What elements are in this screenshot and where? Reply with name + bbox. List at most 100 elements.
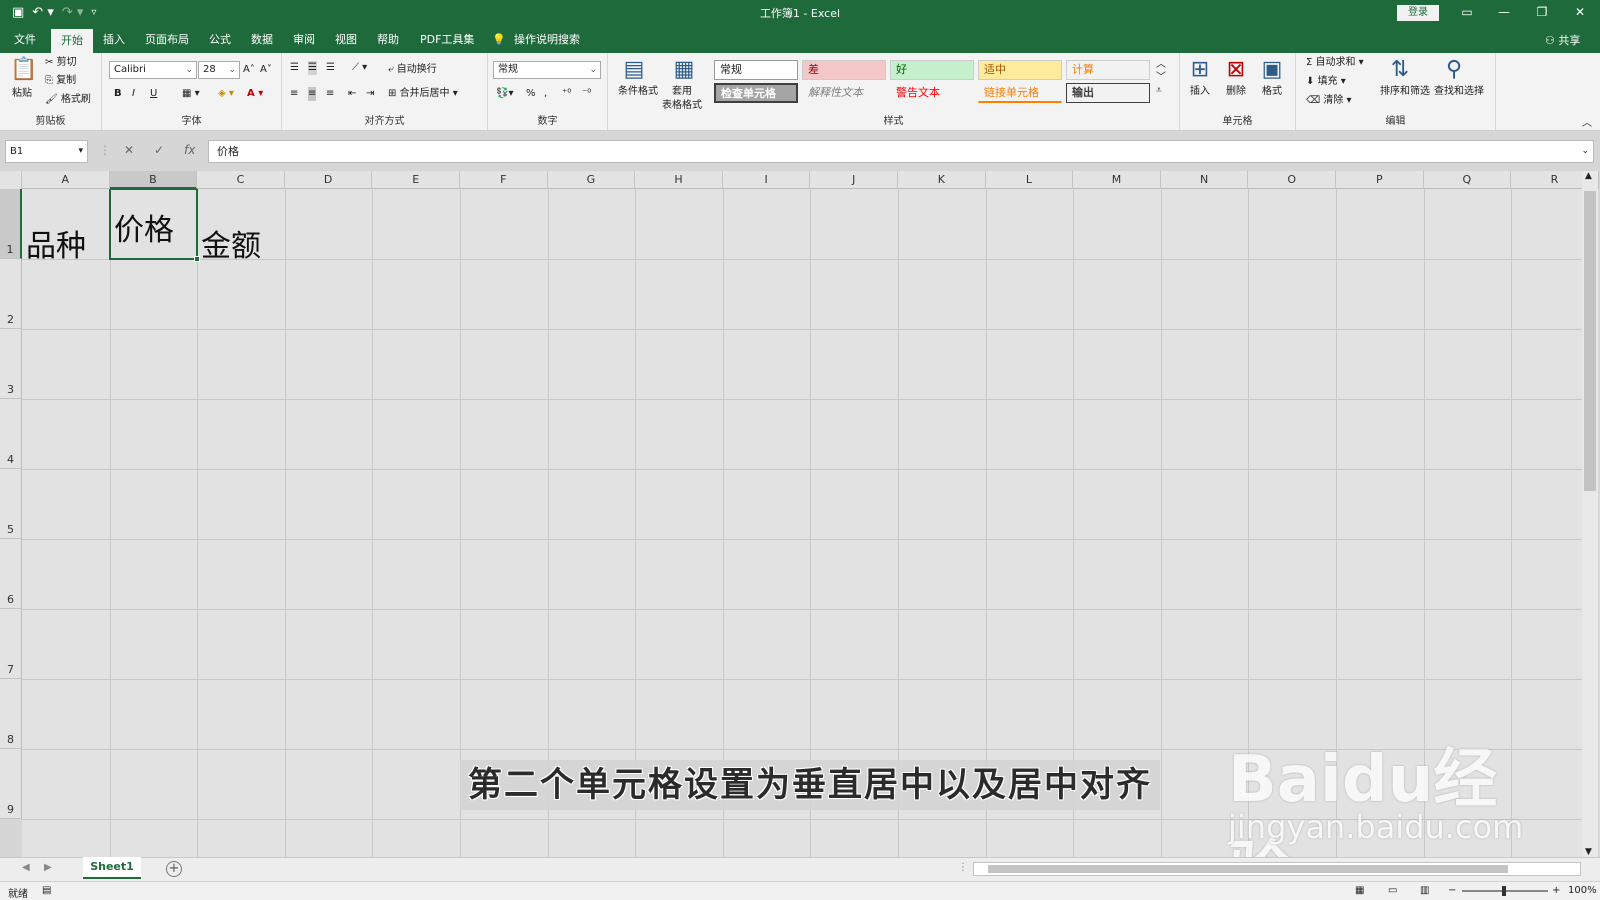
close-icon[interactable]: ✕ — [1565, 3, 1595, 21]
format-as-table-button[interactable]: 套用 表格格式 — [662, 85, 702, 113]
percent-icon[interactable]: % — [526, 87, 536, 101]
copy-button[interactable]: ⎘ 复制 — [45, 74, 76, 88]
zoom-slider-thumb[interactable] — [1502, 886, 1506, 896]
orientation-icon[interactable]: ⟋ ▾ — [352, 61, 367, 75]
align-bottom-icon[interactable]: ☰ — [326, 61, 335, 75]
ribbon-display-icon[interactable]: ▭ — [1452, 3, 1482, 21]
scroll-down-icon[interactable]: ▼ — [1585, 847, 1592, 857]
style-calculation[interactable]: 计算 — [1066, 60, 1150, 80]
align-left-icon[interactable]: ≡ — [290, 87, 298, 101]
delete-cells-button[interactable]: 删除 — [1226, 85, 1246, 99]
macro-record-icon[interactable]: ▤ — [42, 885, 51, 896]
sheet-tab[interactable]: Sheet1 — [83, 857, 141, 879]
format-cells-icon[interactable]: ▣ — [1258, 57, 1286, 83]
shrink-font-icon[interactable]: A˅ — [260, 63, 272, 77]
insert-cells-button[interactable]: 插入 — [1190, 85, 1210, 99]
horizontal-scrollbar[interactable] — [973, 862, 1581, 876]
column-header-o[interactable]: O — [1248, 171, 1336, 189]
tab-review[interactable]: 审阅 — [293, 31, 315, 49]
find-select-button[interactable]: 查找和选择 — [1434, 85, 1484, 99]
add-sheet-icon[interactable]: + — [166, 861, 182, 877]
zoom-level[interactable]: 100% — [1568, 885, 1597, 896]
tab-help[interactable]: 帮助 — [377, 31, 399, 49]
style-output[interactable]: 输出 — [1066, 83, 1150, 103]
row-header-2[interactable]: 2 — [0, 259, 22, 329]
column-header-k[interactable]: K — [898, 171, 986, 189]
cancel-icon[interactable]: ✕ — [124, 143, 134, 157]
minimize-icon[interactable]: — — [1489, 3, 1519, 21]
grow-font-icon[interactable]: A˄ — [243, 63, 255, 77]
row-header-4[interactable]: 4 — [0, 399, 22, 469]
sort-filter-button[interactable]: 排序和筛选 — [1380, 85, 1430, 99]
increase-indent-icon[interactable]: ⇥ — [366, 87, 374, 101]
cell-a1[interactable]: 品种 — [26, 221, 86, 265]
style-neutral[interactable]: 适中 — [978, 60, 1062, 80]
style-warning[interactable]: 警告文本 — [890, 83, 974, 103]
next-sheet-icon[interactable]: ▶ — [44, 862, 52, 873]
row-header-6[interactable]: 6 — [0, 539, 22, 609]
comma-icon[interactable]: , — [544, 87, 547, 101]
share-button[interactable]: ⚇ 共享 — [1545, 32, 1580, 48]
column-header-b[interactable]: B — [109, 171, 198, 189]
scroll-up-icon[interactable]: ▲ — [1585, 171, 1592, 181]
style-good[interactable]: 好 — [890, 60, 974, 80]
style-linked-cell[interactable]: 链接单元格 — [978, 83, 1062, 103]
format-painter-button[interactable]: 🖌 格式刷 — [45, 93, 91, 107]
tab-file[interactable]: 文件 — [14, 31, 36, 49]
cell-c1[interactable]: 金额 — [201, 221, 261, 265]
column-header-m[interactable]: M — [1073, 171, 1161, 189]
tab-page-layout[interactable]: 页面布局 — [145, 31, 189, 49]
style-check-cell[interactable]: 检查单元格 — [714, 83, 798, 103]
fill-handle[interactable] — [194, 256, 201, 262]
tab-home[interactable]: 开始 — [51, 29, 93, 53]
paste-button[interactable]: 粘贴 — [12, 87, 32, 101]
fill-button[interactable]: ⬇ 填充 ▾ — [1306, 75, 1346, 89]
login-button[interactable]: 登录 — [1397, 5, 1439, 21]
number-format-select[interactable]: 常规 ⌄ — [493, 61, 601, 79]
column-header-h[interactable]: H — [635, 171, 723, 189]
row-header-3[interactable]: 3 — [0, 329, 22, 399]
style-normal[interactable]: 常规 — [714, 60, 798, 80]
cut-button[interactable]: ✂ 剪切 — [45, 56, 77, 70]
format-cells-button[interactable]: 格式 — [1262, 85, 1282, 99]
column-header-g[interactable]: G — [548, 171, 636, 189]
insert-function-icon[interactable]: fx — [184, 143, 195, 157]
row-header-7[interactable]: 7 — [0, 609, 22, 679]
row-header-1[interactable]: 1 — [0, 189, 22, 259]
bold-button[interactable]: B — [114, 87, 122, 101]
split-handle-icon[interactable]: ⋮ — [958, 862, 968, 873]
conditional-format-button[interactable]: 条件格式 — [618, 85, 658, 99]
zoom-out-icon[interactable]: − — [1448, 885, 1456, 896]
tell-me-search[interactable]: 操作说明搜索 — [514, 31, 580, 49]
decrease-indent-icon[interactable]: ⇤ — [348, 87, 356, 101]
tab-formulas[interactable]: 公式 — [209, 31, 231, 49]
font-name-select[interactable]: Calibri ⌄ — [109, 61, 197, 79]
tab-insert[interactable]: 插入 — [103, 31, 125, 49]
clear-button[interactable]: ⌫ 清除 ▾ — [1306, 94, 1352, 108]
formula-input[interactable]: 价格 ⌄ — [208, 140, 1594, 163]
delete-cells-icon[interactable]: ⊠ — [1222, 57, 1250, 83]
page-layout-view-icon[interactable]: ▭ — [1388, 885, 1397, 896]
enter-icon[interactable]: ✓ — [154, 143, 164, 157]
tab-pdf-tools[interactable]: PDF工具集 — [420, 31, 474, 49]
column-header-a[interactable]: A — [22, 171, 110, 189]
prev-sheet-icon[interactable]: ◀ — [22, 862, 30, 873]
tab-view[interactable]: 视图 — [335, 31, 357, 49]
merge-center-button[interactable]: ⊞ 合并后居中 ▾ — [388, 87, 458, 101]
fill-color-icon[interactable]: ◈ ▾ — [218, 87, 234, 101]
expand-formula-icon[interactable]: ⌄ — [1581, 141, 1589, 162]
style-bad[interactable]: 差 — [802, 60, 886, 80]
page-break-view-icon[interactable]: ▥ — [1420, 885, 1429, 896]
paste-icon[interactable]: 📋 — [8, 57, 40, 83]
format-as-table-icon[interactable]: ▦ — [668, 57, 700, 83]
column-header-d[interactable]: D — [285, 171, 373, 189]
accounting-icon[interactable]: 💱▾ — [496, 87, 513, 101]
collapse-ribbon-icon[interactable]: ︿ — [1582, 117, 1592, 131]
increase-decimal-icon[interactable]: ⁺⁰ — [562, 87, 571, 101]
column-header-l[interactable]: L — [986, 171, 1074, 189]
column-header-f[interactable]: F — [460, 171, 548, 189]
underline-button[interactable]: U — [150, 87, 157, 101]
sort-filter-icon[interactable]: ⇅ — [1386, 57, 1414, 83]
decrease-decimal-icon[interactable]: ⁻⁰ — [582, 87, 591, 101]
vertical-scrollbar[interactable]: ▲ ▼ — [1582, 171, 1598, 857]
